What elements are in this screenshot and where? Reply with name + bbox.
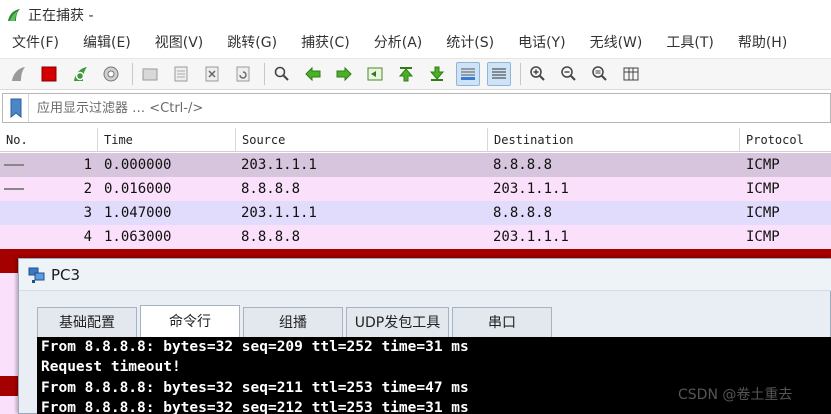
console-line: From 8.8.8.8: bytes=32 seq=209 ttl=252 t… <box>41 339 469 355</box>
menu-go[interactable]: 跳转(G) <box>215 30 289 56</box>
console-line: Request timeout! <box>41 359 181 376</box>
menu-edit[interactable]: 编辑(E) <box>71 30 143 56</box>
packet-row[interactable]: 4 1.063000 8.8.8.8 203.1.1.1 ICMP <box>0 225 831 249</box>
go-back-icon[interactable] <box>301 62 325 86</box>
column-header-time[interactable]: Time <box>98 128 236 152</box>
packet-destination: 203.1.1.1 <box>493 181 569 197</box>
packet-no: 4 <box>83 229 92 245</box>
capture-options-icon[interactable] <box>99 62 123 86</box>
packet-destination: 8.8.8.8 <box>493 205 553 221</box>
wireshark-fin-icon <box>8 9 20 21</box>
pc3-tab-bar: 基础配置 命令行 组播 UDP发包工具 串口 <box>37 305 555 337</box>
reply-arrow-icon <box>4 188 24 190</box>
column-header-destination[interactable]: Destination <box>488 128 740 152</box>
menu-help[interactable]: 帮助(H) <box>726 30 799 56</box>
start-capture-icon[interactable] <box>6 62 30 86</box>
packet-protocol: ICMP <box>746 157 780 173</box>
menu-analyze[interactable]: 分析(A) <box>362 30 435 56</box>
pc3-title: PC3 <box>51 265 81 284</box>
resize-columns-icon[interactable] <box>619 62 643 86</box>
title-bar: 正在捕获 - <box>0 0 831 30</box>
tab-multicast[interactable]: 组播 <box>243 307 343 337</box>
packet-time: 1.047000 <box>104 205 172 221</box>
column-header-protocol[interactable]: Protocol <box>740 128 831 152</box>
column-header-source[interactable]: Source <box>236 128 488 152</box>
packet-source: 8.8.8.8 <box>241 181 301 197</box>
display-filter-bar <box>2 93 831 123</box>
packet-no: 3 <box>83 205 92 221</box>
watermark: CSDN @卷土重去 <box>678 387 793 403</box>
packet-time: 0.000000 <box>104 157 172 173</box>
zoom-out-icon[interactable] <box>557 62 581 86</box>
go-last-icon[interactable] <box>425 62 449 86</box>
display-filter-input[interactable] <box>29 100 729 116</box>
pc-icon <box>28 267 45 283</box>
column-header-no[interactable]: No. <box>0 128 98 152</box>
menu-capture[interactable]: 捕获(C) <box>289 30 362 56</box>
packet-time: 0.016000 <box>104 181 172 197</box>
packet-protocol: ICMP <box>746 205 780 221</box>
packet-row[interactable]: 3 1.047000 203.1.1.1 8.8.8.8 ICMP <box>0 201 831 225</box>
menu-bar: 文件(F) 编辑(E) 视图(V) 跳转(G) 捕获(C) 分析(A) 统计(S… <box>0 30 831 56</box>
menu-file[interactable]: 文件(F) <box>0 30 71 56</box>
save-file-icon[interactable] <box>169 62 193 86</box>
pc3-titlebar[interactable]: PC3 <box>19 259 831 291</box>
restart-capture-icon[interactable] <box>68 62 92 86</box>
packet-no: 1 <box>83 157 92 173</box>
close-file-icon[interactable] <box>200 62 224 86</box>
packet-destination: 203.1.1.1 <box>493 229 569 245</box>
packet-row[interactable]: 2 0.016000 8.8.8.8 203.1.1.1 ICMP <box>0 177 831 201</box>
packet-no: 2 <box>83 181 92 197</box>
menu-statistics[interactable]: 统计(S) <box>434 30 506 56</box>
window-title: 正在捕获 - <box>28 8 94 24</box>
tab-udp-tool[interactable]: UDP发包工具 <box>346 307 449 337</box>
menu-tools[interactable]: 工具(T) <box>654 30 725 56</box>
packet-time: 1.063000 <box>104 229 172 245</box>
find-packet-icon[interactable] <box>270 62 294 86</box>
zoom-reset-icon[interactable] <box>588 62 612 86</box>
packet-protocol: ICMP <box>746 181 780 197</box>
packet-source: 203.1.1.1 <box>241 157 317 173</box>
stop-capture-icon[interactable] <box>37 62 61 86</box>
tab-serial[interactable]: 串口 <box>452 307 552 337</box>
menu-view[interactable]: 视图(V) <box>143 30 216 56</box>
go-to-packet-icon[interactable] <box>363 62 387 86</box>
toolbar-separator <box>520 63 521 85</box>
toolbar-separator <box>132 63 133 85</box>
reload-file-icon[interactable] <box>231 62 255 86</box>
packet-destination: 8.8.8.8 <box>493 157 553 173</box>
autoscroll-icon[interactable] <box>456 62 480 86</box>
packet-list-header: No. Time Source Destination Protocol <box>0 128 831 152</box>
toolbar-separator <box>264 63 265 85</box>
packet-protocol: ICMP <box>746 229 780 245</box>
tab-basic-config[interactable]: 基础配置 <box>37 307 137 337</box>
open-file-icon[interactable] <box>138 62 162 86</box>
filter-bookmark-icon[interactable] <box>3 94 29 122</box>
main-toolbar <box>0 58 831 90</box>
packet-source: 8.8.8.8 <box>241 229 301 245</box>
go-first-icon[interactable] <box>394 62 418 86</box>
packet-row-obscured[interactable] <box>0 376 18 396</box>
packet-source: 203.1.1.1 <box>241 205 317 221</box>
request-arrow-icon <box>4 164 24 166</box>
menu-telephony[interactable]: 电话(Y) <box>506 30 577 56</box>
menu-wireless[interactable]: 无线(W) <box>578 30 655 56</box>
tab-command-line[interactable]: 命令行 <box>140 305 240 337</box>
zoom-in-icon[interactable] <box>526 62 550 86</box>
go-forward-icon[interactable] <box>332 62 356 86</box>
packet-row[interactable]: 1 0.000000 203.1.1.1 8.8.8.8 ICMP <box>0 153 831 177</box>
colorize-icon[interactable] <box>487 62 511 86</box>
